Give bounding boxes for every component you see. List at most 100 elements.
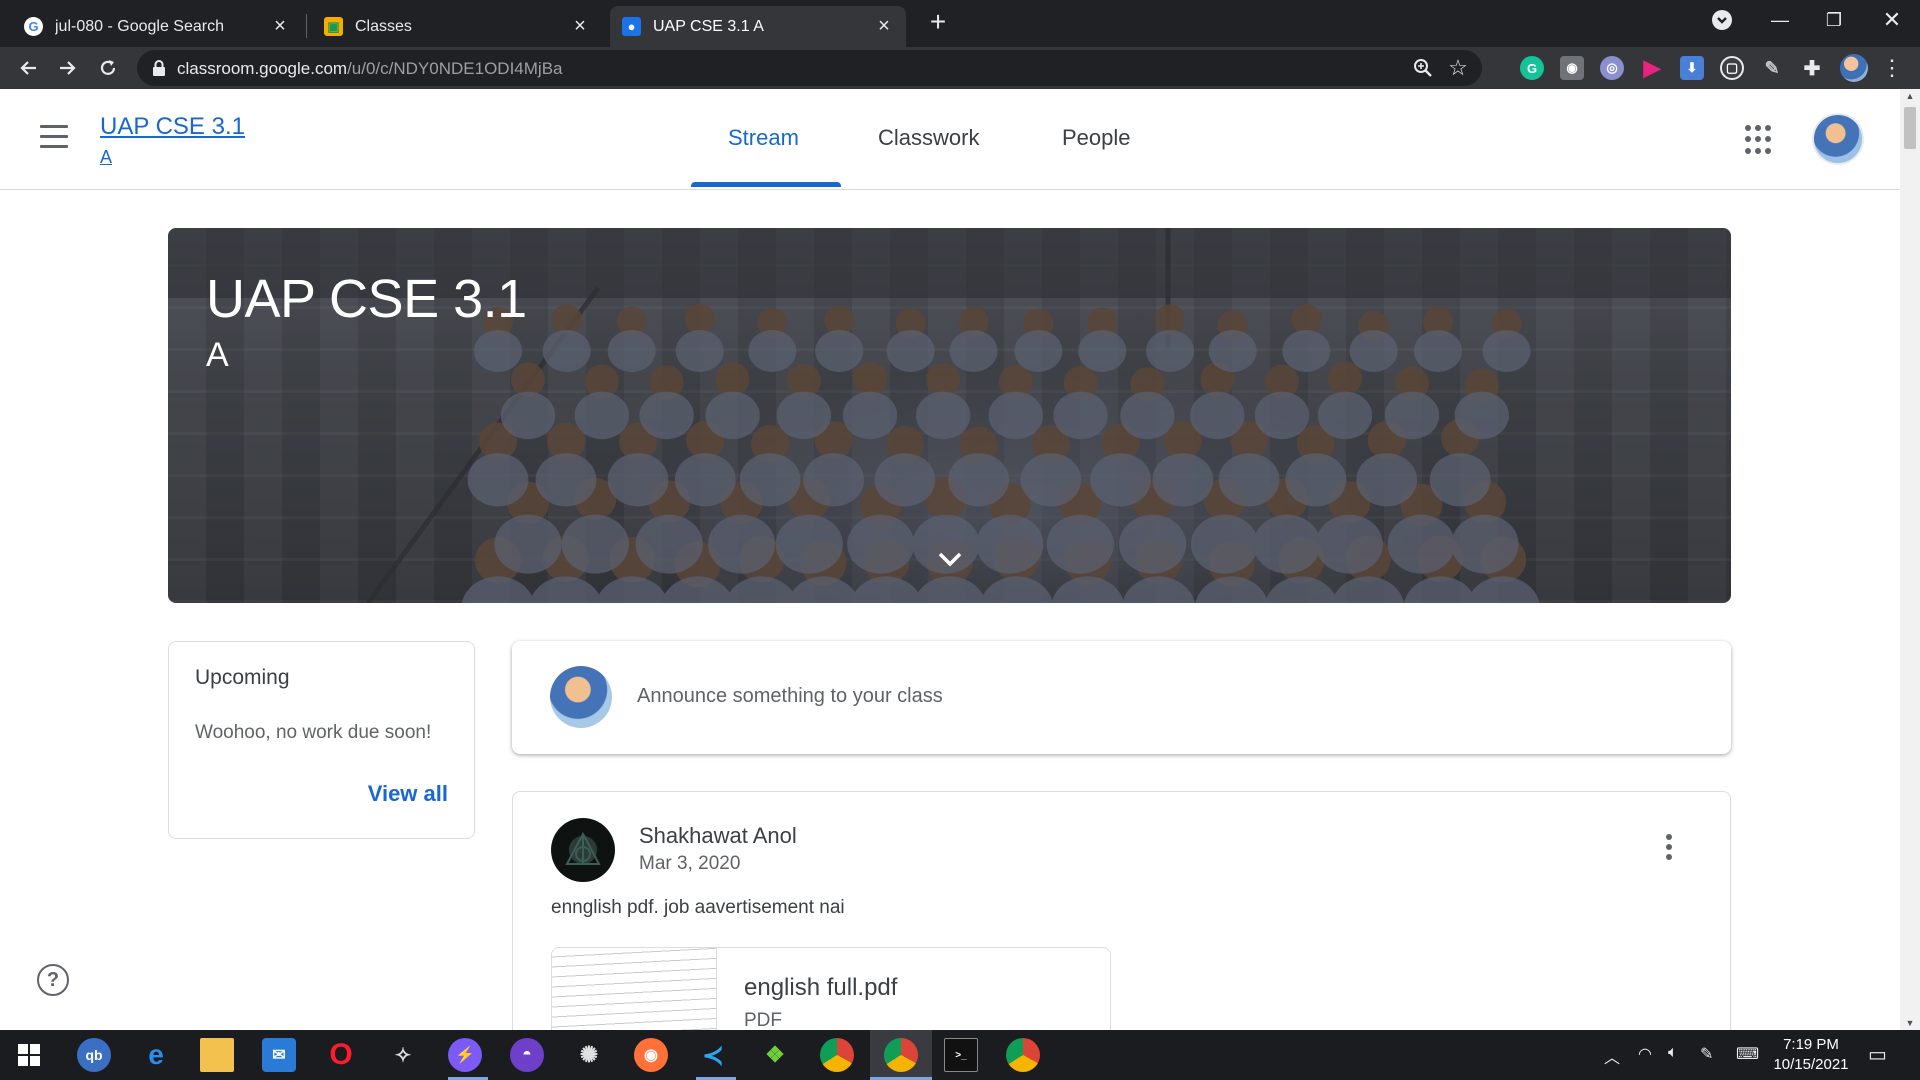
tab-people[interactable]: People	[1062, 125, 1131, 151]
photo-person-body	[1451, 514, 1519, 574]
github-desktop-icon[interactable]: ◓	[510, 1038, 544, 1072]
terminal-icon[interactable]: >_	[944, 1038, 978, 1072]
browser-tab-uap-cse[interactable]: ● UAP CSE 3.1 A ×	[610, 6, 906, 47]
pen-extension-icon[interactable]: ✎	[1760, 56, 1784, 80]
photo-person-body	[949, 330, 998, 372]
post-body: ennglish pdf. job aavertisement nai	[551, 897, 845, 918]
file-explorer-icon[interactable]	[200, 1038, 234, 1072]
tab-search-icon[interactable]	[1712, 10, 1732, 30]
photo-person-body	[1051, 576, 1124, 603]
vscode-icon[interactable]: ≺	[696, 1038, 730, 1072]
network-app-icon[interactable]: ✺	[572, 1038, 606, 1072]
browser-menu-icon[interactable]: ⋮	[1880, 54, 1904, 82]
system-clock[interactable]: 7:19 PM 10/15/2021	[1772, 1035, 1850, 1075]
photo-person-body	[500, 391, 556, 440]
scroll-up-arrow[interactable]: ▲	[1904, 91, 1916, 101]
address-bar[interactable]: classroom.google.com/u/0/c/NDY0NDE1ODI4M…	[137, 50, 1482, 86]
show-hidden-icons[interactable]: ︿	[1604, 1044, 1620, 1068]
chrome-icon[interactable]	[820, 1038, 854, 1072]
inkscape-icon[interactable]: ✧	[386, 1038, 420, 1072]
reload-button[interactable]	[90, 50, 126, 86]
close-tab-icon[interactable]: ×	[570, 15, 590, 38]
extensions-puzzle-icon[interactable]: ✚	[1800, 56, 1824, 80]
scrollbar-thumb[interactable]	[1904, 107, 1916, 149]
browser-tab-strip: G jul-080 - Google Search × ▣ Classes × …	[0, 0, 1920, 47]
photo-person-body	[886, 330, 935, 372]
notifications-icon[interactable]: ▭	[1868, 1042, 1887, 1067]
photo-person-body	[1282, 330, 1331, 372]
photo-person-body	[803, 453, 865, 507]
photo-person-body	[842, 391, 898, 440]
clock-time: 7:19 PM	[1783, 1036, 1839, 1053]
keyboard-icon[interactable]: ⌨	[1736, 1044, 1759, 1064]
class-banner: UAP CSE 3.1 A	[168, 228, 1731, 603]
chevron-down-icon[interactable]	[936, 550, 964, 570]
announce-placeholder[interactable]: Announce something to your class	[637, 685, 943, 708]
zoom-icon[interactable]	[1412, 57, 1434, 79]
mail-icon[interactable]: ✉	[262, 1038, 296, 1072]
photo-person-body	[494, 514, 562, 574]
chrome-profile-icon[interactable]	[884, 1038, 918, 1072]
scroll-down-arrow[interactable]: ▼	[1904, 1018, 1916, 1028]
photo-person-body	[847, 514, 915, 574]
photo-person-body	[1315, 514, 1383, 574]
messenger-icon[interactable]: ⚡	[448, 1038, 482, 1072]
banner-class-section: A	[206, 336, 229, 374]
url-host: classroom.google.com	[177, 59, 348, 78]
url-path: /u/0/c/NDY0NDE1ODI4MjBa	[347, 59, 563, 78]
close-tab-icon[interactable]: ×	[270, 15, 290, 38]
mixed-app-icon[interactable]: ❖	[758, 1038, 792, 1072]
photo-person-body	[529, 576, 603, 603]
attachment-card[interactable]: english full.pdf PDF	[551, 947, 1111, 1030]
google-apps-icon[interactable]	[1745, 125, 1775, 155]
help-icon[interactable]: ?	[37, 964, 69, 996]
photo-person-body	[1384, 391, 1440, 440]
view-all-link[interactable]: View all	[368, 781, 448, 807]
chrome-canary-icon[interactable]	[1006, 1038, 1040, 1072]
page-scrollbar[interactable]: ▲ ▼	[1900, 89, 1920, 1030]
photo-person-body	[661, 576, 734, 603]
active-tab-indicator	[691, 182, 841, 187]
back-button[interactable]	[10, 50, 46, 86]
camera-extension-icon[interactable]: ◉	[1560, 56, 1584, 80]
profile-avatar[interactable]	[1840, 54, 1868, 82]
play-extension-icon[interactable]: ▶	[1640, 55, 1664, 80]
opera-icon[interactable]: O	[324, 1038, 358, 1072]
tab-stream[interactable]: Stream	[728, 125, 799, 151]
wifi-icon[interactable]: ◠	[1638, 1044, 1652, 1064]
photo-person-body	[915, 391, 971, 440]
account-avatar[interactable]	[1812, 113, 1864, 165]
tab-classwork[interactable]: Classwork	[878, 125, 979, 151]
restore-window-button[interactable]: ❐	[1806, 0, 1862, 40]
new-tab-button[interactable]: +	[922, 6, 954, 38]
download-extension-icon[interactable]: ⬇	[1680, 56, 1704, 80]
photo-person-body	[1195, 576, 1268, 603]
clock-date: 10/15/2021	[1773, 1056, 1849, 1073]
minimize-window-button[interactable]: —	[1752, 0, 1808, 40]
pen-icon[interactable]: ✎	[1700, 1044, 1713, 1064]
main-menu-icon[interactable]	[40, 125, 72, 153]
screen-extension-icon[interactable]: ▢	[1720, 56, 1744, 80]
user-avatar	[550, 666, 612, 728]
edge-icon[interactable]: e	[139, 1038, 173, 1072]
google-icon: G	[24, 17, 43, 36]
class-section-link[interactable]: A	[100, 147, 112, 168]
close-window-button[interactable]: ✕	[1864, 0, 1920, 40]
announce-box[interactable]: Announce something to your class	[512, 641, 1731, 754]
grammarly-icon[interactable]: G	[1520, 56, 1544, 80]
volume-icon[interactable]: 🔈︎	[1668, 1044, 1678, 1062]
bookmark-star-icon[interactable]: ☆	[1446, 55, 1470, 80]
close-tab-icon[interactable]: ×	[874, 15, 894, 38]
windows-taskbar: qb e ✉ O ✧ ⚡ ◓ ✺ ◉ ≺ ❖ >_ ︿ ◠ 🔈︎ ✎ ⌨ 7:1…	[0, 1030, 1920, 1080]
upcoming-card: Upcoming Woohoo, no work due soon! View …	[168, 641, 475, 839]
pattern-extension-icon[interactable]: ◎	[1600, 56, 1624, 80]
firefox-icon[interactable]: ◉	[634, 1038, 668, 1072]
photo-person-body	[607, 453, 669, 507]
windows-start-icon[interactable]	[12, 1038, 46, 1072]
browser-tab-google-search[interactable]: G jul-080 - Google Search ×	[12, 6, 302, 47]
browser-tab-classes[interactable]: ▣ Classes ×	[312, 6, 602, 47]
more-options-icon[interactable]	[1663, 834, 1675, 864]
class-title-link[interactable]: UAP CSE 3.1	[100, 113, 245, 141]
qbittorrent-icon[interactable]: qb	[77, 1038, 111, 1072]
forward-button[interactable]	[50, 50, 86, 86]
